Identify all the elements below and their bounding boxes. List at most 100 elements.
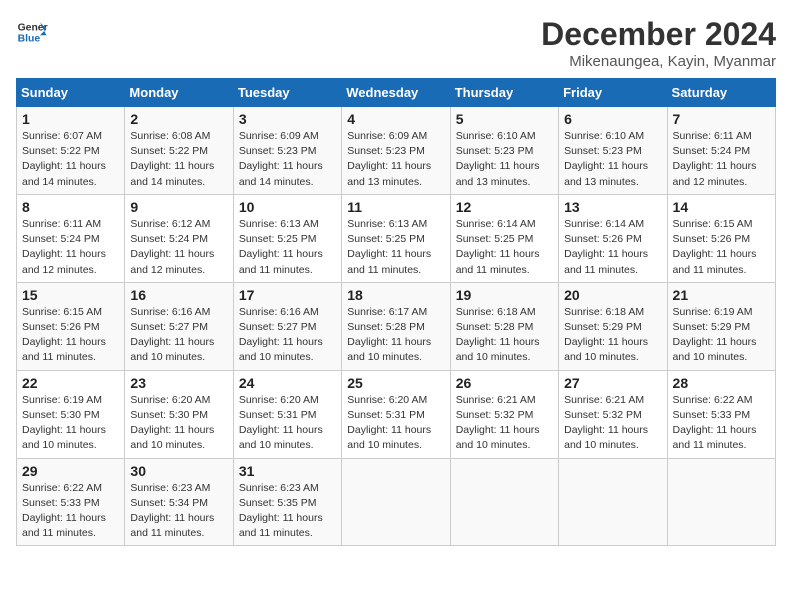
day-info: Sunrise: 6:19 AMSunset: 5:29 PMDaylight:…	[673, 305, 770, 366]
day-number: 23	[130, 375, 227, 391]
logo: General Blue	[16, 16, 48, 48]
day-number: 19	[456, 287, 553, 303]
day-info: Sunrise: 6:15 AMSunset: 5:26 PMDaylight:…	[673, 217, 770, 278]
col-sunday: Sunday	[17, 79, 125, 107]
table-row: 22 Sunrise: 6:19 AMSunset: 5:30 PMDayligh…	[17, 370, 125, 458]
table-row: 8 Sunrise: 6:11 AMSunset: 5:24 PMDaylight…	[17, 194, 125, 282]
table-row: 7 Sunrise: 6:11 AMSunset: 5:24 PMDaylight…	[667, 107, 775, 195]
calendar-row: 29 Sunrise: 6:22 AMSunset: 5:33 PMDayligh…	[17, 458, 776, 546]
day-info: Sunrise: 6:10 AMSunset: 5:23 PMDaylight:…	[564, 129, 661, 190]
day-info: Sunrise: 6:07 AMSunset: 5:22 PMDaylight:…	[22, 129, 119, 190]
day-info: Sunrise: 6:14 AMSunset: 5:26 PMDaylight:…	[564, 217, 661, 278]
col-thursday: Thursday	[450, 79, 558, 107]
table-row: 30 Sunrise: 6:23 AMSunset: 5:34 PMDayligh…	[125, 458, 233, 546]
table-row: 16 Sunrise: 6:16 AMSunset: 5:27 PMDayligh…	[125, 282, 233, 370]
day-number: 27	[564, 375, 661, 391]
table-row: 28 Sunrise: 6:22 AMSunset: 5:33 PMDayligh…	[667, 370, 775, 458]
day-info: Sunrise: 6:17 AMSunset: 5:28 PMDaylight:…	[347, 305, 444, 366]
day-info: Sunrise: 6:19 AMSunset: 5:30 PMDaylight:…	[22, 393, 119, 454]
day-info: Sunrise: 6:20 AMSunset: 5:31 PMDaylight:…	[347, 393, 444, 454]
table-row: 14 Sunrise: 6:15 AMSunset: 5:26 PMDayligh…	[667, 194, 775, 282]
table-row: 29 Sunrise: 6:22 AMSunset: 5:33 PMDayligh…	[17, 458, 125, 546]
day-number: 3	[239, 111, 336, 127]
day-info: Sunrise: 6:16 AMSunset: 5:27 PMDaylight:…	[130, 305, 227, 366]
day-number: 7	[673, 111, 770, 127]
day-number: 13	[564, 199, 661, 215]
day-info: Sunrise: 6:13 AMSunset: 5:25 PMDaylight:…	[347, 217, 444, 278]
day-number: 4	[347, 111, 444, 127]
calendar-row: 8 Sunrise: 6:11 AMSunset: 5:24 PMDaylight…	[17, 194, 776, 282]
table-row: 2 Sunrise: 6:08 AMSunset: 5:22 PMDaylight…	[125, 107, 233, 195]
title-block: December 2024 Mikenaungea, Kayin, Myanma…	[541, 16, 776, 70]
day-info: Sunrise: 6:22 AMSunset: 5:33 PMDaylight:…	[22, 481, 119, 542]
table-row	[342, 458, 450, 546]
day-info: Sunrise: 6:09 AMSunset: 5:23 PMDaylight:…	[347, 129, 444, 190]
col-tuesday: Tuesday	[233, 79, 341, 107]
col-monday: Monday	[125, 79, 233, 107]
day-info: Sunrise: 6:18 AMSunset: 5:29 PMDaylight:…	[564, 305, 661, 366]
table-row: 4 Sunrise: 6:09 AMSunset: 5:23 PMDaylight…	[342, 107, 450, 195]
day-number: 9	[130, 199, 227, 215]
day-number: 2	[130, 111, 227, 127]
table-row: 12Sunrise: 6:14 AMSunset: 5:25 PMDayligh…	[450, 194, 558, 282]
day-info: Sunrise: 6:23 AMSunset: 5:34 PMDaylight:…	[130, 481, 227, 542]
day-number: 29	[22, 463, 119, 479]
table-row: 31 Sunrise: 6:23 AMSunset: 5:35 PMDayligh…	[233, 458, 341, 546]
calendar-row: 22 Sunrise: 6:19 AMSunset: 5:30 PMDayligh…	[17, 370, 776, 458]
day-info: Sunrise: 6:22 AMSunset: 5:33 PMDaylight:…	[673, 393, 770, 454]
day-number: 21	[673, 287, 770, 303]
day-number: 30	[130, 463, 227, 479]
table-row: 17 Sunrise: 6:16 AMSunset: 5:27 PMDayligh…	[233, 282, 341, 370]
page-header: General Blue December 2024 Mikenaungea, …	[16, 16, 776, 70]
day-number: 22	[22, 375, 119, 391]
day-number: 28	[673, 375, 770, 391]
day-info: Sunrise: 6:10 AMSunset: 5:23 PMDaylight:…	[456, 129, 553, 190]
day-info: Sunrise: 6:12 AMSunset: 5:24 PMDaylight:…	[130, 217, 227, 278]
table-row: 26 Sunrise: 6:21 AMSunset: 5:32 PMDayligh…	[450, 370, 558, 458]
day-info: Sunrise: 6:20 AMSunset: 5:30 PMDaylight:…	[130, 393, 227, 454]
day-number: 10	[239, 199, 336, 215]
day-info: Sunrise: 6:16 AMSunset: 5:27 PMDaylight:…	[239, 305, 336, 366]
day-info: Sunrise: 6:11 AMSunset: 5:24 PMDaylight:…	[22, 217, 119, 278]
day-number: 11	[347, 199, 444, 215]
day-info: Sunrise: 6:20 AMSunset: 5:31 PMDaylight:…	[239, 393, 336, 454]
table-row: 1Sunrise: 6:07 AMSunset: 5:22 PMDaylight…	[17, 107, 125, 195]
day-info: Sunrise: 6:08 AMSunset: 5:22 PMDaylight:…	[130, 129, 227, 190]
day-number: 8	[22, 199, 119, 215]
table-row: 24Sunrise: 6:20 AMSunset: 5:31 PMDayligh…	[233, 370, 341, 458]
table-row: 21 Sunrise: 6:19 AMSunset: 5:29 PMDayligh…	[667, 282, 775, 370]
svg-text:Blue: Blue	[18, 34, 41, 45]
day-number: 12	[456, 199, 553, 215]
day-number: 16	[130, 287, 227, 303]
table-row: 9 Sunrise: 6:12 AMSunset: 5:24 PMDaylight…	[125, 194, 233, 282]
day-number: 20	[564, 287, 661, 303]
day-number: 31	[239, 463, 336, 479]
table-row: 15Sunrise: 6:15 AMSunset: 5:26 PMDayligh…	[17, 282, 125, 370]
day-number: 17	[239, 287, 336, 303]
table-row: 18Sunrise: 6:17 AMSunset: 5:28 PMDayligh…	[342, 282, 450, 370]
col-wednesday: Wednesday	[342, 79, 450, 107]
table-row: 25 Sunrise: 6:20 AMSunset: 5:31 PMDayligh…	[342, 370, 450, 458]
calendar-row: 1Sunrise: 6:07 AMSunset: 5:22 PMDaylight…	[17, 107, 776, 195]
logo-icon: General Blue	[16, 16, 48, 48]
day-number: 14	[673, 199, 770, 215]
day-info: Sunrise: 6:21 AMSunset: 5:32 PMDaylight:…	[564, 393, 661, 454]
table-row: 20 Sunrise: 6:18 AMSunset: 5:29 PMDayligh…	[559, 282, 667, 370]
table-row	[559, 458, 667, 546]
calendar-row: 15Sunrise: 6:15 AMSunset: 5:26 PMDayligh…	[17, 282, 776, 370]
location-subtitle: Mikenaungea, Kayin, Myanmar	[541, 53, 776, 70]
day-info: Sunrise: 6:13 AMSunset: 5:25 PMDaylight:…	[239, 217, 336, 278]
table-row: 23 Sunrise: 6:20 AMSunset: 5:30 PMDayligh…	[125, 370, 233, 458]
col-saturday: Saturday	[667, 79, 775, 107]
day-info: Sunrise: 6:21 AMSunset: 5:32 PMDaylight:…	[456, 393, 553, 454]
table-row: 11 Sunrise: 6:13 AMSunset: 5:25 PMDayligh…	[342, 194, 450, 282]
day-info: Sunrise: 6:15 AMSunset: 5:26 PMDaylight:…	[22, 305, 119, 366]
day-info: Sunrise: 6:18 AMSunset: 5:28 PMDaylight:…	[456, 305, 553, 366]
day-number: 25	[347, 375, 444, 391]
day-number: 5	[456, 111, 553, 127]
day-info: Sunrise: 6:23 AMSunset: 5:35 PMDaylight:…	[239, 481, 336, 542]
day-info: Sunrise: 6:11 AMSunset: 5:24 PMDaylight:…	[673, 129, 770, 190]
table-row: 3Sunrise: 6:09 AMSunset: 5:23 PMDaylight…	[233, 107, 341, 195]
day-number: 26	[456, 375, 553, 391]
calendar-table: Sunday Monday Tuesday Wednesday Thursday…	[16, 78, 776, 546]
